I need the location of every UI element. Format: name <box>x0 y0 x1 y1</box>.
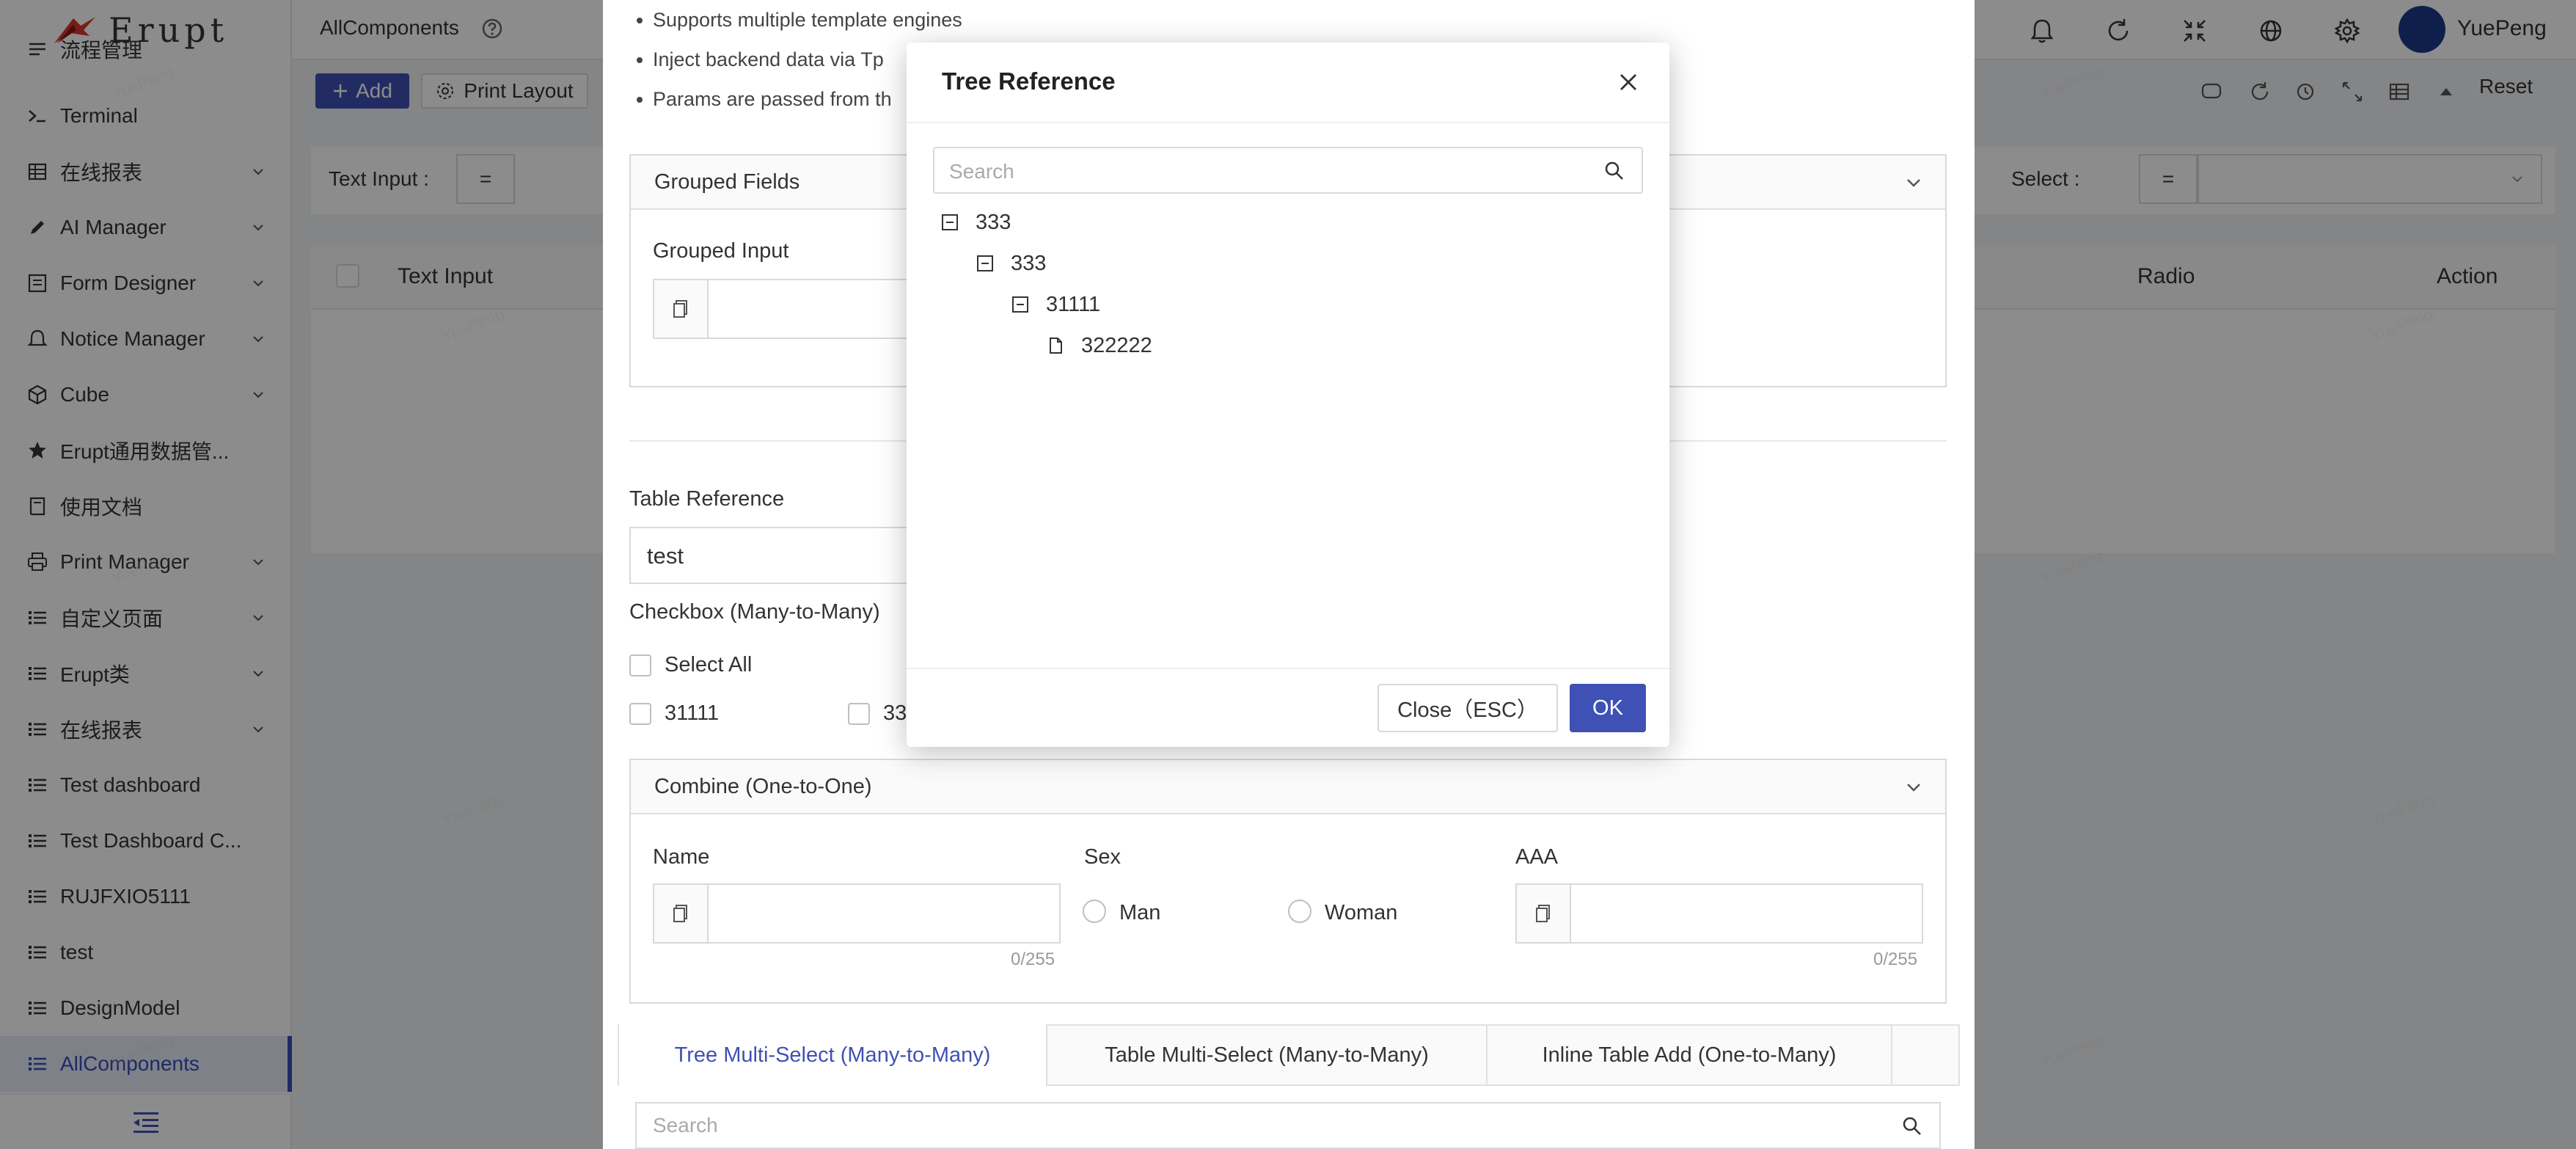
tree-search-input[interactable]: Search <box>635 1102 1941 1149</box>
tab-tree-multi-select[interactable]: Tree Multi-Select (Many-to-Many) <box>619 1024 1047 1086</box>
tree-search-placeholder: Search <box>653 1114 718 1137</box>
minus-square-icon[interactable] <box>1011 295 1030 314</box>
chevron-down-icon <box>1907 784 1920 792</box>
name-char-counter: 0/255 <box>1011 949 1055 969</box>
modal-search-input[interactable] <box>949 157 1595 186</box>
sex-option-man[interactable]: Man <box>1119 901 1160 925</box>
aaa-label: AAA <box>1515 845 1559 869</box>
tree-node-label[interactable]: 322222 <box>1081 334 1152 358</box>
aaa-char-counter: 0/255 <box>1873 949 1918 969</box>
tree-node-label[interactable]: 31111 <box>1046 293 1100 317</box>
tpl-bullet-3: Params are passed from th <box>637 88 892 110</box>
checkbox-option[interactable] <box>629 703 651 725</box>
tree-leaf-node[interactable]: 322222 <box>1046 329 1152 362</box>
tab-inline-table-add[interactable]: Inline Table Add (One-to-Many) <box>1488 1024 1892 1086</box>
sex-option-woman[interactable]: Woman <box>1325 901 1397 925</box>
grouped-input-field[interactable] <box>653 279 946 339</box>
table-reference-input[interactable]: test <box>629 527 923 584</box>
modal-search-box[interactable] <box>933 147 1643 194</box>
table-reference-value: test <box>647 543 684 569</box>
combine-header[interactable]: Combine (One-to-One) <box>631 760 1945 814</box>
modal-close-button[interactable]: Close（ESC） <box>1377 684 1558 732</box>
copy-icon-prefix <box>1517 885 1571 942</box>
search-icon <box>1903 1117 1921 1135</box>
tree-node-label[interactable]: 333 <box>1011 252 1046 276</box>
minus-square-icon[interactable] <box>940 213 959 232</box>
tree-node[interactable]: 333 <box>940 205 1011 239</box>
close-icon[interactable] <box>1614 68 1643 97</box>
copy-icon <box>1536 905 1550 922</box>
modal-ok-button[interactable]: OK <box>1570 684 1646 732</box>
checkbox-m2m-label: Checkbox (Many-to-Many) <box>629 600 880 624</box>
sex-label: Sex <box>1084 845 1121 869</box>
search-icon[interactable] <box>1603 160 1625 182</box>
file-icon <box>1050 338 1062 354</box>
checkbox-option[interactable] <box>848 703 870 725</box>
tree-node[interactable]: 333 <box>976 247 1046 280</box>
modal-title: Tree Reference <box>942 68 1116 95</box>
combine-section: Combine (One-to-One) <box>629 759 1947 1004</box>
copy-icon-prefix <box>654 885 709 942</box>
name-input[interactable] <box>653 883 1061 944</box>
copy-icon-prefix <box>654 280 709 338</box>
select-all-label[interactable]: Select All <box>665 653 752 677</box>
tpl-bullet-2: Inject backend data via Tp <box>637 48 884 70</box>
tpl-bullet-1: Supports multiple template engines <box>637 9 962 31</box>
table-reference-label: Table Reference <box>629 487 785 511</box>
name-label: Name <box>653 845 710 869</box>
copy-icon <box>673 905 687 922</box>
chevron-down-icon <box>1907 179 1920 187</box>
tree-node[interactable]: 31111 <box>1011 288 1100 321</box>
combine-title: Combine (One-to-One) <box>654 775 872 798</box>
copy-icon <box>673 300 687 318</box>
sex-radio-man[interactable] <box>1083 900 1106 923</box>
aaa-input[interactable] <box>1515 883 1923 944</box>
checkbox-option-label[interactable]: 31111 <box>665 701 719 726</box>
tree-node-label[interactable]: 333 <box>976 211 1011 235</box>
minus-square-icon[interactable] <box>976 254 995 273</box>
select-all-checkbox[interactable] <box>629 654 651 676</box>
checkbox-option-label[interactable]: 33 <box>883 701 907 726</box>
tab-table-multi-select[interactable]: Table Multi-Select (Many-to-Many) <box>1047 1024 1488 1086</box>
grouped-fields-title: Grouped Fields <box>654 170 800 194</box>
grouped-input-label: Grouped Input <box>653 239 789 263</box>
sex-radio-woman[interactable] <box>1288 900 1311 923</box>
